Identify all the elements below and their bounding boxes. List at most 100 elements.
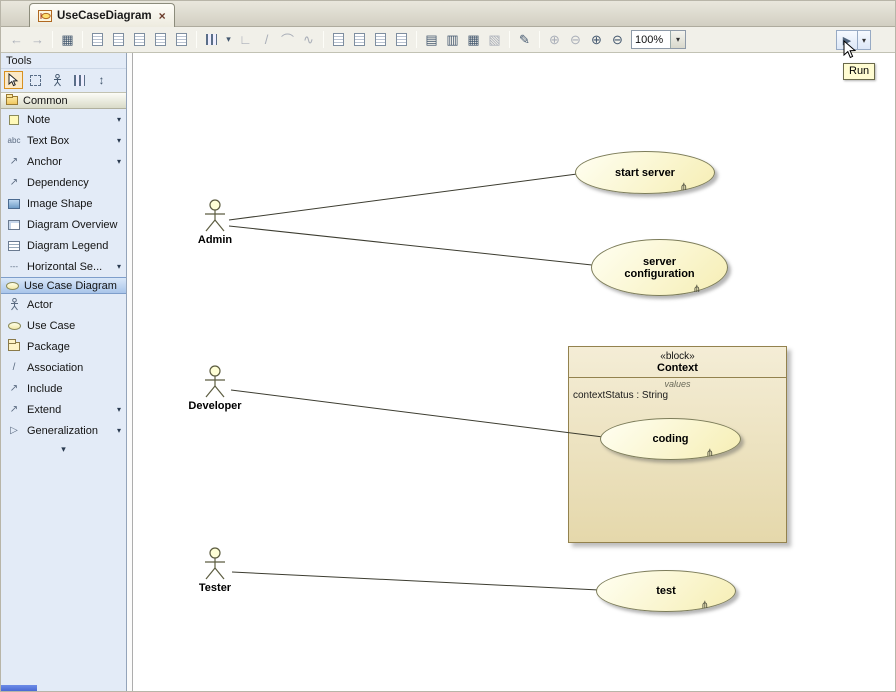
tab-usecasediagram[interactable]: UseCaseDiagram ×	[29, 3, 175, 27]
copy-icon[interactable]	[108, 30, 129, 50]
actor-mode-tool-icon[interactable]	[48, 71, 67, 89]
usecase-test[interactable]: test ⋔	[596, 570, 736, 612]
zoom-out-icon[interactable]: ⊖	[607, 30, 628, 50]
actor-label-tester[interactable]: Tester	[173, 582, 257, 594]
oblique-path-icon[interactable]: /	[256, 30, 277, 50]
containment-tree-icon[interactable]: ▦	[57, 30, 78, 50]
paste-icon[interactable]	[129, 30, 150, 50]
copy-diagram-icon[interactable]	[87, 30, 108, 50]
section-label: Common	[23, 95, 68, 107]
add-diagram-icon[interactable]	[328, 30, 349, 50]
print-icon[interactable]	[150, 30, 171, 50]
association-tester-test[interactable]	[232, 572, 599, 590]
rake-decomposition-icon[interactable]: ⋔	[701, 600, 709, 611]
section-header-common[interactable]: Common	[1, 92, 126, 109]
main-area: Tools ↕ Common Note ▾	[1, 53, 895, 692]
tool-item-label: Association	[27, 362, 83, 374]
diagram-canvas[interactable]: «block» Context values contextStatus : S…	[133, 53, 895, 692]
refresh-diagram-icon[interactable]	[391, 30, 412, 50]
save-image-icon[interactable]	[171, 30, 192, 50]
usecase-coding[interactable]: coding ⋔	[600, 418, 741, 460]
actor-tester[interactable]	[202, 547, 228, 584]
sort-tool-icon[interactable]: ↕	[92, 71, 111, 89]
tool-item-text-box[interactable]: abc Text Box ▾	[1, 130, 126, 151]
curved-path-icon[interactable]: ⌒	[277, 30, 298, 50]
chevron-down-icon[interactable]: ▾	[117, 262, 123, 271]
tool-item-label: Diagram Legend	[27, 240, 108, 252]
toolbar-separator	[52, 31, 53, 48]
rake-decomposition-icon[interactable]: ⋔	[693, 284, 701, 295]
run-options-dropdown[interactable]: ▾	[858, 30, 871, 50]
actor-figure-icon	[202, 199, 228, 233]
layout-vertical-icon[interactable]: ▥	[442, 30, 463, 50]
chevron-down-icon[interactable]: ▾	[117, 405, 123, 414]
chevron-down-icon[interactable]: ▾	[117, 426, 123, 435]
document-icon	[375, 33, 386, 46]
tool-item-label: Use Case	[27, 320, 75, 332]
use-case-icon	[6, 282, 19, 290]
mouse-cursor-icon	[843, 40, 856, 62]
marquee-select-tool-icon[interactable]	[26, 71, 45, 89]
zoom-level-combobox[interactable]: 100% ▾	[631, 30, 686, 49]
edit-compartments-icon[interactable]: ✎	[514, 30, 535, 50]
grid-icon[interactable]: ▤	[421, 30, 442, 50]
tool-item-anchor[interactable]: ↗ Anchor ▾	[1, 151, 126, 172]
tool-item-association[interactable]: / Association	[1, 357, 126, 378]
tool-item-extend[interactable]: ↗ Extend ▾	[1, 399, 126, 420]
spline-path-icon[interactable]: ∿	[298, 30, 319, 50]
chevron-down-icon[interactable]: ▾	[117, 136, 123, 145]
diagram-tab-bar: UseCaseDiagram ×	[1, 1, 895, 27]
tool-item-dependency[interactable]: ↗ Dependency	[1, 172, 126, 193]
actor-label-developer[interactable]: Developer	[173, 400, 257, 412]
tool-item-horizontal-separator[interactable]: --- Horizontal Se... ▾	[1, 256, 126, 277]
tool-item-image-shape[interactable]: Image Shape	[1, 193, 126, 214]
tool-item-actor[interactable]: Actor	[1, 294, 126, 315]
tool-item-diagram-legend[interactable]: Diagram Legend	[1, 235, 126, 256]
diagram-properties-icon[interactable]	[349, 30, 370, 50]
diagram-legend-icon	[6, 241, 22, 251]
actor-admin[interactable]	[202, 199, 228, 236]
more-tools-button[interactable]: ▾	[1, 441, 126, 458]
dashes-icon: ---	[6, 262, 22, 271]
chevron-down-icon[interactable]: ▾	[670, 31, 685, 48]
tool-item-use-case[interactable]: Use Case	[1, 315, 126, 336]
usecase-server-configuration[interactable]: server configuration ⋔	[591, 239, 728, 296]
actor-figure-icon	[202, 547, 228, 581]
layout-grid-icon[interactable]: ▦	[463, 30, 484, 50]
association-admin-serverconfiguration[interactable]	[229, 226, 592, 265]
align-shapes-icon[interactable]	[201, 30, 222, 50]
panel-collapse-bar[interactable]	[1, 685, 37, 692]
tool-item-diagram-overview[interactable]: Diagram Overview	[1, 214, 126, 235]
zoom-out-region-icon[interactable]: ⊖	[565, 30, 586, 50]
association-admin-startserver[interactable]	[229, 174, 577, 220]
actor-label-admin[interactable]: Admin	[173, 234, 257, 246]
usecase-start-server[interactable]: start server ⋔	[575, 151, 715, 194]
association-developer-coding[interactable]	[231, 390, 603, 437]
chevron-down-icon[interactable]: ▾	[222, 30, 235, 50]
tool-item-note[interactable]: Note ▾	[1, 109, 126, 130]
actor-developer[interactable]	[202, 365, 228, 402]
zoom-in-region-icon[interactable]: ⊕	[544, 30, 565, 50]
layout-hatch-icon[interactable]: ▧	[484, 30, 505, 50]
tool-item-generalization[interactable]: ▷ Generalization ▾	[1, 420, 126, 441]
chevron-down-icon[interactable]: ▾	[117, 157, 123, 166]
forward-icon[interactable]: →	[27, 30, 48, 50]
chevron-down-icon[interactable]: ▾	[117, 115, 123, 124]
rake-decomposition-icon[interactable]: ⋔	[706, 448, 714, 459]
tool-item-package[interactable]: Package	[1, 336, 126, 357]
close-icon[interactable]: ×	[157, 9, 166, 23]
tool-item-label: Dependency	[27, 177, 89, 189]
back-icon[interactable]: ←	[6, 30, 27, 50]
show-parents-icon[interactable]	[370, 30, 391, 50]
zoom-in-icon[interactable]: ⊕	[586, 30, 607, 50]
rectilinear-path-icon[interactable]: ∟	[235, 30, 256, 50]
select-tool-icon[interactable]	[4, 71, 23, 89]
rake-decomposition-icon[interactable]: ⋔	[680, 182, 688, 193]
note-icon	[6, 115, 22, 125]
toolbar-separator	[196, 31, 197, 48]
tool-item-include[interactable]: ↗ Include	[1, 378, 126, 399]
swimlane-tool-icon[interactable]	[70, 71, 89, 89]
folder-icon	[6, 96, 18, 105]
tool-item-label: Extend	[27, 404, 61, 416]
section-header-use-case-diagram[interactable]: Use Case Diagram	[1, 277, 126, 294]
